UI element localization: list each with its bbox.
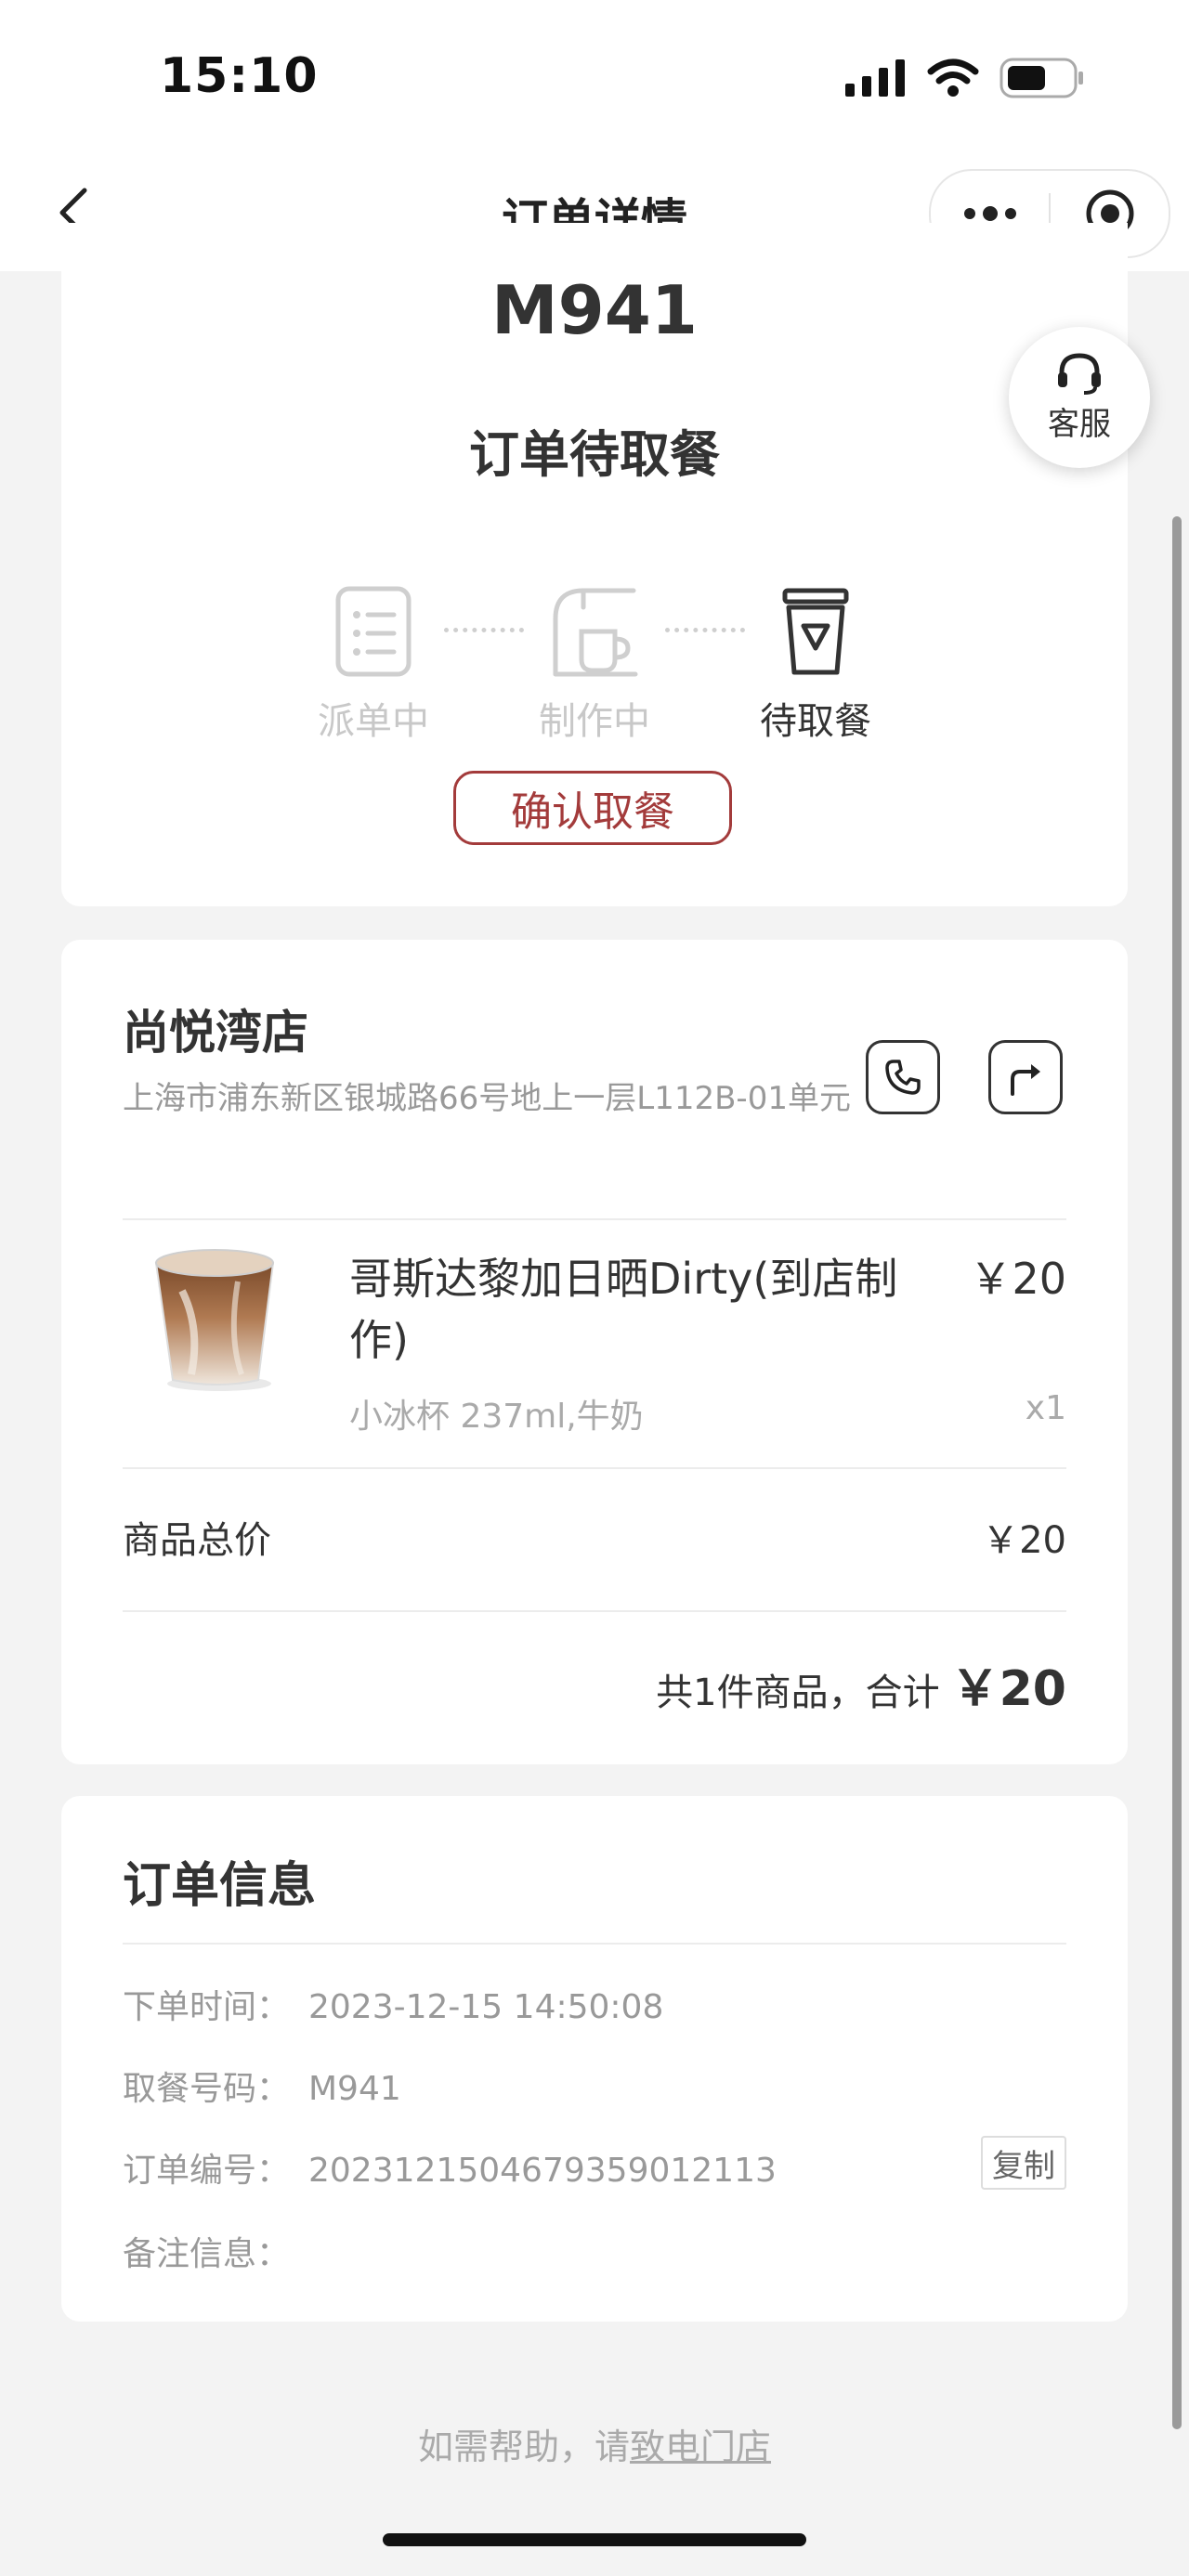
divider: [123, 1943, 1066, 1945]
divider: [123, 1610, 1066, 1612]
scrollbar[interactable]: [1172, 516, 1182, 2429]
customer-service-button[interactable]: 客服: [1009, 327, 1150, 468]
phone-icon: [885, 1060, 921, 1095]
info-label: 订单编号：: [123, 2152, 291, 2190]
coffee-cup-icon: [782, 588, 849, 675]
order-time-row: 下单时间： 2023-12-15 14:50:08: [123, 1980, 663, 2028]
step-label: 制作中: [539, 700, 650, 743]
order-list-icon: [335, 586, 412, 677]
status-icons: [845, 58, 1085, 98]
total-prefix: 共1件商品，合计: [656, 1672, 940, 1714]
subtotal-label: 商品总价: [123, 1519, 271, 1562]
pickup-code: M941: [491, 271, 698, 349]
help-prefix: 如需帮助，请: [417, 2426, 630, 2467]
store-order-card: 尚悦湾店 上海市浦东新区银城路66号地上一层L112B-01单元 哥斯达黎加日晒…: [61, 940, 1128, 1764]
cellular-signal-icon: [845, 59, 905, 97]
remarks-row: 备注信息：: [123, 2227, 308, 2275]
product-name: 哥斯达黎加日晒Dirty(到店制作): [349, 1254, 898, 1365]
directions-icon: [1011, 1064, 1040, 1096]
order-total: 共1件商品，合计 ￥20: [656, 1649, 1066, 1719]
call-store-link[interactable]: 致电门店: [630, 2426, 771, 2467]
product-price: ￥20: [969, 1254, 1066, 1304]
order-status-text: 订单待取餐: [469, 425, 720, 484]
total-amount: ￥20: [950, 1661, 1066, 1717]
step-dispatching: 派单中: [281, 578, 466, 745]
info-label: 下单时间：: [123, 1988, 291, 2026]
help-footer: 如需帮助，请致电门店: [0, 2418, 1189, 2469]
step-making: 制作中: [502, 578, 687, 745]
order-info-title: 订单信息: [123, 1858, 317, 1914]
info-value: 2023-12-15 14:50:08: [308, 1988, 664, 2026]
status-bar: 15:10: [0, 0, 1189, 158]
product-quantity: x1: [1025, 1389, 1066, 1427]
order-info-card: 订单信息 下单时间： 2023-12-15 14:50:08 取餐号码： M941 …: [61, 1796, 1128, 2322]
order-number-row: 订单编号： 20231215046793590121​13: [123, 2143, 777, 2192]
copy-order-number-button[interactable]: 复制: [981, 2136, 1066, 2190]
battery-icon: [1000, 58, 1083, 98]
call-store-button[interactable]: [866, 1040, 940, 1114]
store-name: 尚悦湾店: [123, 1006, 308, 1060]
step-label: 待取餐: [760, 700, 871, 743]
customer-service-label: 客服: [1048, 405, 1111, 443]
more-dots-icon: [963, 206, 1016, 221]
wifi-icon: [927, 59, 979, 97]
store-address: 上海市浦东新区银城路66号地上一层L112B-01单元: [123, 1080, 851, 1117]
info-value: M941: [308, 2070, 401, 2108]
confirm-pickup-button[interactable]: 确认取餐: [453, 771, 732, 845]
headset-icon: [1058, 352, 1101, 395]
coffee-machine-icon: [553, 588, 638, 677]
info-label: 取餐号码：: [123, 2070, 291, 2108]
status-time: 15:10: [160, 48, 319, 104]
subtotal-value: ￥20: [982, 1519, 1066, 1562]
divider: [123, 1467, 1066, 1469]
info-value: 20231215046793590121​13: [308, 2152, 777, 2190]
navigate-to-store-button[interactable]: [988, 1040, 1063, 1114]
product-spec: 小冰杯 237ml,牛奶: [349, 1398, 644, 1436]
step-ready-for-pickup: 待取餐: [723, 578, 908, 745]
home-indicator: [383, 2533, 806, 2546]
product-image: [145, 1235, 284, 1393]
info-label: 备注信息：: [123, 2235, 291, 2273]
divider: [123, 1218, 1066, 1220]
pickup-number-row: 取餐号码： M941: [123, 2062, 401, 2110]
order-status-card: M941 订单待取餐 派单中 制作中 待取餐 确认取餐: [61, 223, 1128, 906]
step-label: 派单中: [318, 700, 429, 743]
